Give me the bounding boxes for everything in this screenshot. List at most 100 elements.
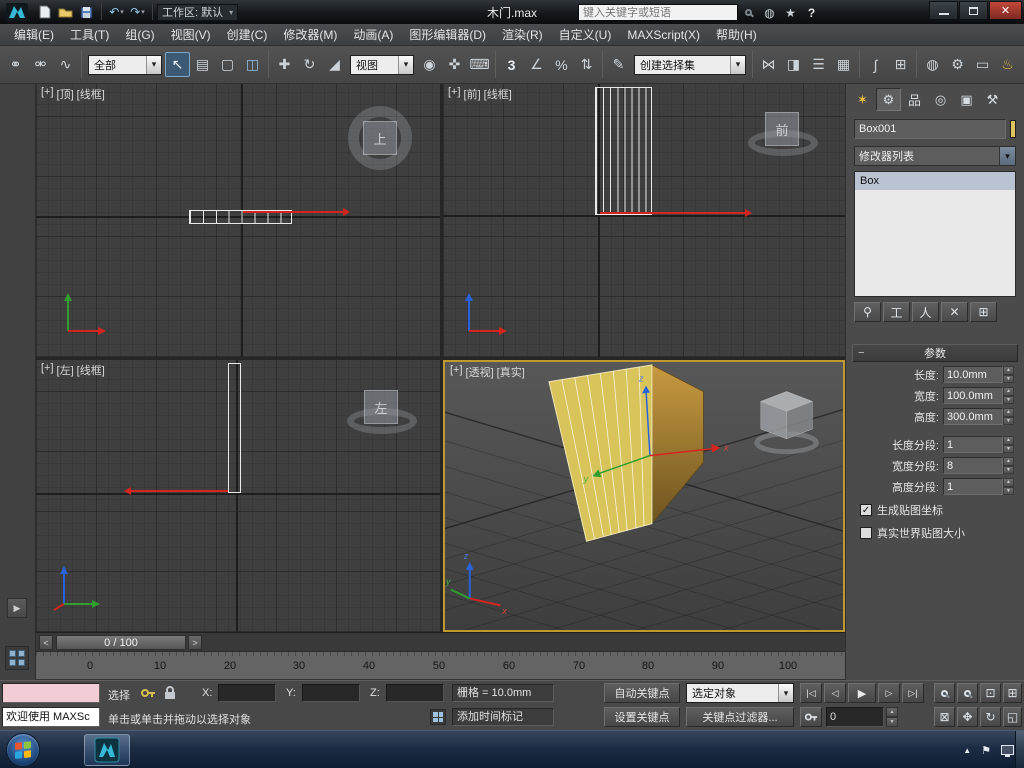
box-object-left-view[interactable] <box>228 363 241 493</box>
close-button[interactable] <box>989 1 1022 20</box>
tab-motion-icon[interactable]: ◎ <box>928 88 953 111</box>
favorites-star-icon[interactable]: ★ <box>780 3 801 22</box>
menu-help[interactable]: 帮助(H) <box>708 23 765 46</box>
object-name-field[interactable] <box>854 119 1006 139</box>
menu-edit[interactable]: 编辑(E) <box>6 23 62 46</box>
select-by-name-icon[interactable]: ▤ <box>190 52 215 77</box>
menu-animation[interactable]: 动画(A) <box>345 23 401 46</box>
select-and-link-icon[interactable]: ⚭ <box>3 52 28 77</box>
open-file-icon[interactable] <box>55 3 76 22</box>
bind-to-space-warp-icon[interactable]: ∿ <box>53 52 78 77</box>
manage-layers-icon[interactable]: ☰ <box>806 52 831 77</box>
spinner-arrows[interactable]: ▲▼ <box>1003 408 1014 425</box>
z-coordinate-field[interactable] <box>386 684 444 702</box>
viewport-menu-shading[interactable]: [线框] <box>76 86 106 102</box>
auto-key-button[interactable]: 自动关键点 <box>604 683 680 703</box>
zoom-all-icon[interactable] <box>957 683 978 703</box>
zoom-extents-all-icon[interactable]: ⊞ <box>1003 683 1022 703</box>
start-button[interactable] <box>6 733 40 767</box>
checkbox-checked-icon[interactable] <box>860 504 872 516</box>
render-setup-icon[interactable]: ⚙ <box>945 52 970 77</box>
search-icon[interactable] <box>738 3 759 22</box>
spinner-arrows[interactable]: ▲▼ <box>1003 457 1014 474</box>
menu-modifiers[interactable]: 修改器(M) <box>275 23 345 46</box>
next-frame-button[interactable]: ▷ <box>878 683 900 703</box>
new-scene-icon[interactable] <box>34 3 55 22</box>
menu-rendering[interactable]: 渲染(R) <box>494 23 551 46</box>
modifier-list-dropdown[interactable]: 修改器列表 <box>854 146 1016 166</box>
viewport-menu-pov[interactable]: [左] <box>56 362 75 378</box>
spinner-arrows[interactable]: ▲▼ <box>1003 436 1014 453</box>
mirror-icon[interactable]: ⋈ <box>756 52 781 77</box>
play-animation-button[interactable]: ▶ <box>848 683 876 703</box>
make-unique-icon[interactable]: 人 <box>912 302 939 322</box>
key-mode-toggle-icon[interactable] <box>800 707 822 727</box>
keyboard-shortcut-override-icon[interactable]: ⌨ <box>467 52 492 77</box>
menu-customize[interactable]: 自定义(U) <box>551 23 620 46</box>
minimize-button[interactable] <box>929 1 958 20</box>
remove-modifier-icon[interactable]: ✕ <box>941 302 968 322</box>
network-icon[interactable] <box>1001 745 1014 755</box>
zoom-extents-icon[interactable]: ⊡ <box>980 683 1001 703</box>
communication-center-icon[interactable]: ◍ <box>759 3 780 22</box>
menu-maxscript[interactable]: MAXScript(X) <box>619 25 708 45</box>
modifier-stack[interactable]: Box <box>854 171 1016 297</box>
viewport-menu-general[interactable]: [+] <box>449 364 464 380</box>
param-width-field[interactable] <box>943 387 1003 404</box>
move-gizmo-x-axis[interactable] <box>243 211 343 213</box>
select-and-manipulate-icon[interactable]: ✜ <box>442 52 467 77</box>
pan-view-icon[interactable]: ✥ <box>957 707 978 727</box>
redo-icon[interactable]: ↷▾ <box>127 3 148 22</box>
graphite-modeling-tools-icon[interactable]: ▦ <box>831 52 856 77</box>
track-bar[interactable]: 0 10 20 30 40 50 60 70 80 90 100 <box>36 652 845 680</box>
zoom-icon[interactable] <box>934 683 955 703</box>
align-icon[interactable]: ◨ <box>781 52 806 77</box>
tab-modify-icon[interactable]: ⚙ <box>876 88 901 111</box>
orbit-icon[interactable]: ↻ <box>980 707 1001 727</box>
configure-modifier-sets-icon[interactable]: ⊞ <box>970 302 997 322</box>
param-width-segs-field[interactable] <box>943 457 1003 474</box>
menu-tools[interactable]: 工具(T) <box>62 23 117 46</box>
show-desktop-button[interactable] <box>1015 731 1024 768</box>
viewport-menu-shading[interactable]: [线框] <box>76 362 106 378</box>
render-production-icon[interactable]: ♨ <box>995 52 1020 77</box>
stack-item-box[interactable]: Box <box>855 172 1015 190</box>
menu-create[interactable]: 创建(C) <box>219 23 276 46</box>
menu-graph-editors[interactable]: 图形编辑器(D) <box>401 23 494 46</box>
time-slider-handle[interactable]: 0 / 100 <box>56 635 186 650</box>
selection-lock-toggle-icon[interactable] <box>162 685 178 704</box>
maxscript-macro-recorder[interactable] <box>2 683 100 703</box>
viewport-menu-general[interactable]: [+] <box>40 86 55 102</box>
viewport-menu-shading[interactable]: [真实] <box>496 364 526 380</box>
menu-group[interactable]: 组(G) <box>117 23 162 46</box>
previous-frame-arrow[interactable]: < <box>39 635 53 650</box>
time-slider[interactable]: < 0 / 100 > <box>36 632 845 652</box>
viewport-menu-pov[interactable]: [透视] <box>465 364 495 380</box>
material-editor-icon[interactable]: ◍ <box>920 52 945 77</box>
viewport-layout-tabs-icon[interactable] <box>5 646 29 670</box>
viewcube-face[interactable]: 前 <box>765 112 799 146</box>
checkbox-unchecked-icon[interactable] <box>860 527 872 539</box>
time-tag-icon[interactable] <box>430 709 446 725</box>
reference-coordinate-system-dropdown[interactable]: 视图 <box>350 55 414 75</box>
window-crossing-toggle-icon[interactable]: ◫ <box>240 52 265 77</box>
box-object-front-view[interactable] <box>595 87 652 215</box>
angle-snap-toggle-icon[interactable]: ∠ <box>524 52 549 77</box>
viewport-menu-shading[interactable]: [线框] <box>483 86 513 102</box>
tab-create-icon[interactable]: ✶ <box>850 88 875 111</box>
schematic-view-icon[interactable]: ⊞ <box>888 52 913 77</box>
param-length-segs-field[interactable] <box>943 436 1003 453</box>
viewport-front[interactable]: [+] [前] [线框] 前 <box>443 84 845 357</box>
action-center-flag-icon[interactable]: ⚑ <box>981 744 991 757</box>
select-and-scale-icon[interactable]: ◢ <box>322 52 347 77</box>
param-length-field[interactable] <box>943 366 1003 383</box>
next-frame-arrow[interactable]: > <box>188 635 202 650</box>
show-end-result-icon[interactable]: 工 <box>883 302 910 322</box>
spinner-snap-toggle-icon[interactable]: ⇅ <box>574 52 599 77</box>
rectangular-selection-region-icon[interactable]: ▢ <box>215 52 240 77</box>
viewport-top[interactable]: [+] [顶] [线框] 上 <box>36 84 440 357</box>
curve-editor-icon[interactable]: ∫ <box>863 52 888 77</box>
rendered-frame-window-icon[interactable]: ▭ <box>970 52 995 77</box>
percent-snap-toggle-icon[interactable]: % <box>549 52 574 77</box>
tab-display-icon[interactable]: ▣ <box>954 88 979 111</box>
